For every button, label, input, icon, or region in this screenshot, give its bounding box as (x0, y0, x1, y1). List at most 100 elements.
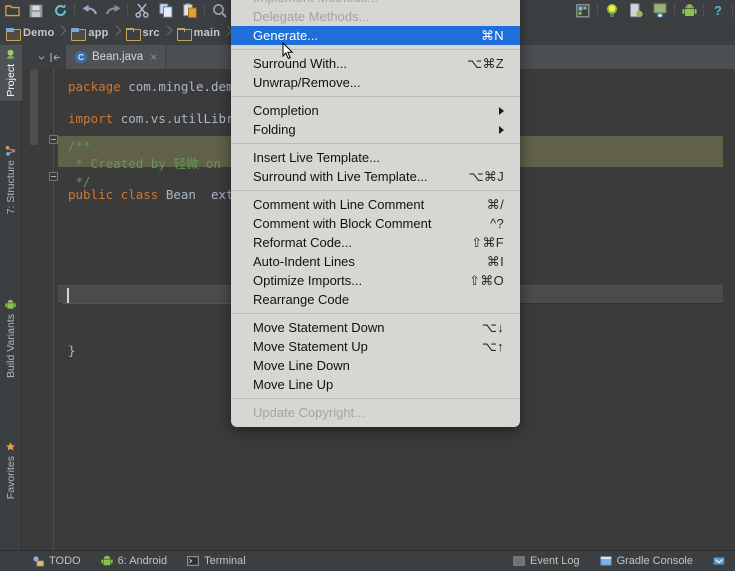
menu-item-reformat-code[interactable]: Reformat Code... ⇧⌘F (231, 233, 520, 252)
redo-icon[interactable] (101, 1, 125, 21)
undo-icon[interactable] (77, 1, 101, 21)
menu-item-delegate-methods[interactable]: Delegate Methods... (231, 7, 520, 26)
breadcrumb-item-1[interactable]: app (65, 21, 112, 45)
menu-item-label: Update Copyright... (253, 405, 366, 420)
menu-item-auto-indent-lines[interactable]: Auto-Indent Lines ⌘I (231, 252, 520, 271)
menu-separator (231, 190, 520, 191)
search-icon[interactable] (207, 1, 231, 21)
menu-item-accelerator: ⌥↓ (481, 319, 504, 335)
status-item-gradle-console[interactable]: Gradle Console (590, 551, 703, 571)
menu-item-label: Delegate Methods... (253, 9, 370, 24)
status-item-android[interactable]: 6: Android (91, 551, 178, 571)
editor-gutter[interactable] (22, 69, 58, 550)
android-icon[interactable] (677, 1, 701, 21)
menu-item-label: Comment with Block Comment (253, 216, 432, 231)
folder-icon (125, 27, 141, 41)
status-item-todo[interactable]: TODO (22, 551, 91, 571)
context-menu[interactable]: Implement Methods... Delegate Methods...… (231, 0, 520, 427)
menu-item-move-statement-down[interactable]: Move Statement Down ⌥↓ (231, 318, 520, 337)
open-folder-icon[interactable] (0, 1, 24, 21)
menu-item-insert-live-template[interactable]: Insert Live Template... (231, 148, 520, 167)
menu-separator (231, 143, 520, 144)
breadcrumb-item-3[interactable]: main (171, 21, 224, 45)
code-line: import com.vs.utilLibr (68, 109, 234, 128)
menu-item-completion[interactable]: Completion (231, 101, 520, 120)
todo-icon (32, 555, 44, 567)
code-token: public class (68, 187, 159, 202)
code-line: * Created by 轻微 on (68, 154, 228, 173)
paste-icon[interactable] (178, 1, 202, 21)
toolbar-right-group: ? (571, 0, 735, 21)
chevron-down-icon[interactable] (34, 50, 48, 64)
toolbar-left-group (0, 0, 231, 21)
menu-item-label: Move Statement Down (253, 320, 385, 335)
code-token: * Created by 轻微 on (68, 156, 229, 171)
sidebar-item-structure[interactable]: 7: Structure (0, 141, 22, 218)
device-manager-icon[interactable] (624, 1, 648, 21)
toolbar-separator (74, 3, 75, 18)
code-token: } (68, 343, 76, 358)
status-item-terminal[interactable]: Terminal (177, 551, 256, 571)
menu-item-unwrap-remove[interactable]: Unwrap/Remove... (231, 73, 520, 92)
menu-item-implement-methods[interactable]: Implement Methods... (231, 0, 520, 7)
module-folder-icon (6, 27, 21, 41)
menu-item-surround-with-live-template[interactable]: Surround with Live Template... ⌥⌘J (231, 167, 520, 186)
cut-icon[interactable] (130, 1, 154, 21)
menu-item-optimize-imports[interactable]: Optimize Imports... ⇧⌘O (231, 271, 520, 290)
menu-item-accelerator: ⌘/ (486, 196, 504, 212)
code-token: /** (68, 138, 91, 153)
status-item-event-log[interactable]: Event Log (503, 551, 590, 571)
folder-icon (176, 27, 192, 41)
breadcrumb-item-0[interactable]: Demo (0, 21, 58, 45)
scroll-to-source-icon[interactable] (48, 50, 62, 64)
code-line: public class Bean ext (68, 185, 234, 204)
toolbar-separator (127, 3, 128, 18)
sidebar-item-build-variants[interactable]: Build Variants (0, 295, 22, 382)
menu-item-move-line-up[interactable]: Move Line Up (231, 375, 520, 394)
help-icon[interactable]: ? (706, 1, 730, 21)
menu-separator (231, 49, 520, 50)
code-line: } (68, 341, 76, 360)
breadcrumb-item-2[interactable]: src (120, 21, 164, 45)
menu-item-rearrange-code[interactable]: Rearrange Code (231, 290, 520, 309)
tab-bean-java[interactable]: C Bean.java × (66, 45, 167, 69)
code-token: com.vs.utilLibr (113, 111, 234, 126)
menu-item-move-line-down[interactable]: Move Line Down (231, 356, 520, 375)
sidebar-item-project[interactable]: Project (0, 45, 22, 101)
sdk-manager-icon[interactable] (648, 1, 672, 21)
menu-item-label: Move Line Down (253, 358, 350, 373)
status-label: 6: Android (117, 555, 168, 567)
layout-inspector-icon[interactable] (571, 1, 595, 21)
breadcrumb-chevron-icon (113, 21, 120, 45)
editor-scrollbar[interactable] (723, 69, 735, 550)
terminal-icon (187, 555, 199, 567)
menu-item-label: Auto-Indent Lines (253, 254, 355, 269)
toolbar-separator (703, 3, 704, 18)
avd-manager-icon[interactable] (600, 1, 624, 21)
menu-item-label: Unwrap/Remove... (253, 75, 361, 90)
menu-item-move-statement-up[interactable]: Move Statement Up ⌥↑ (231, 337, 520, 356)
close-icon[interactable]: × (150, 50, 157, 64)
code-token: import (68, 111, 114, 126)
menu-item-comment-with-line-comment[interactable]: Comment with Line Comment ⌘/ (231, 195, 520, 214)
fold-marker-icon[interactable] (49, 172, 58, 181)
menu-item-surround-with[interactable]: Surround With... ⌥⌘Z (231, 54, 520, 73)
menu-item-comment-with-block-comment[interactable]: Comment with Block Comment ^? (231, 214, 520, 233)
save-all-icon[interactable] (24, 1, 48, 21)
copy-icon[interactable] (154, 1, 178, 21)
menu-item-accelerator: ⌥⌘Z (467, 55, 504, 71)
menu-item-folding[interactable]: Folding (231, 120, 520, 139)
status-item-notification[interactable] (703, 551, 735, 571)
menu-item-update-copyright[interactable]: Update Copyright... (231, 403, 520, 422)
sidebar-item-favorites[interactable]: Favorites (0, 437, 22, 503)
toolbar-separator (204, 3, 205, 18)
code-line: package com.mingle.dem (68, 77, 234, 96)
stripe-label: 7: Structure (5, 160, 17, 215)
menu-item-label: Comment with Line Comment (253, 197, 425, 212)
sync-icon[interactable] (48, 1, 72, 21)
menu-item-accelerator: ^? (490, 216, 504, 231)
status-label: Event Log (530, 555, 580, 567)
fold-marker-icon[interactable] (49, 135, 58, 144)
tab-tools (31, 45, 66, 69)
menu-item-generate[interactable]: Generate... ⌘N (231, 26, 520, 45)
